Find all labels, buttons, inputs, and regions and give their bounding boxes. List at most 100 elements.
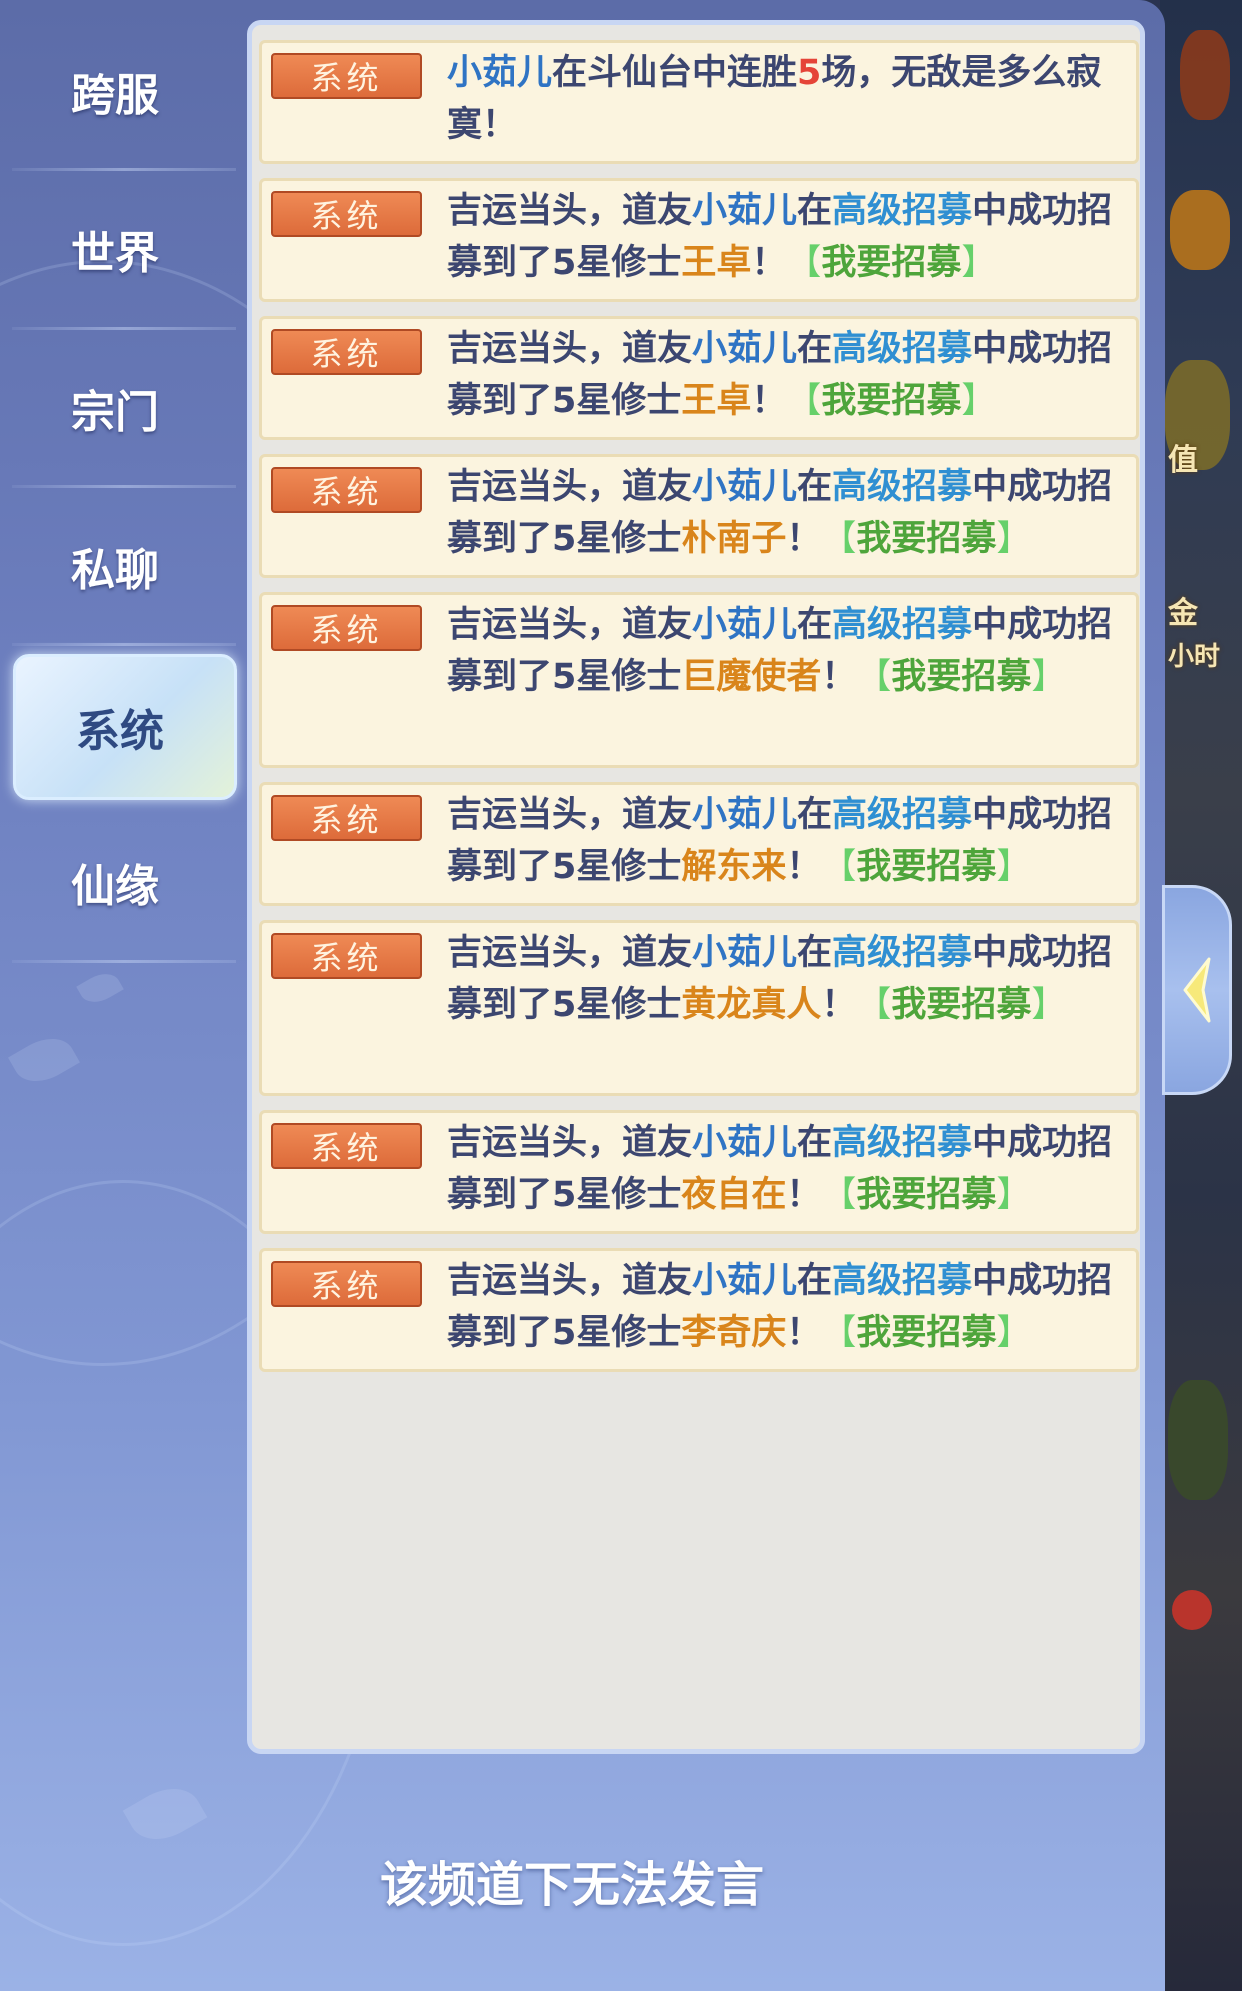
message-text: 吉运当头，道友小茹儿在高级招募中成功招募到了5星修士王卓！【我要招募】 — [447, 323, 1137, 427]
link-bracket: 】 — [996, 847, 1032, 887]
recruit-link[interactable]: 我要招募 — [821, 381, 961, 421]
message-fragment: 在 — [797, 1261, 833, 1301]
chat-panel: 跨服 世界 宗门 私聊 系统 仙缘 系统 小茹儿在斗仙台中连胜5场，无敌是多么寂寞… — [0, 0, 1165, 1991]
recruit-mode-label: 高级招募 — [832, 329, 973, 369]
message-text: 吉运当头，道友小茹儿在高级招募中成功招募到了5星修士李奇庆！【我要招募】 — [447, 1255, 1137, 1359]
message-item: 系统 吉运当头，道友小茹儿在高级招募中成功招募到了5星修士黄龙真人！【我要招募】 — [259, 920, 1139, 1096]
tab-label: 跨服 — [71, 70, 159, 121]
message-fragment: ！ — [821, 657, 857, 697]
message-fragment: ！ — [751, 381, 787, 421]
link-bracket: 】 — [961, 381, 997, 421]
message-fragment: ！ — [786, 1313, 822, 1353]
message-fragment: 在 — [797, 605, 833, 645]
recruit-link[interactable]: 我要招募 — [856, 1313, 996, 1353]
player-name-link[interactable]: 小茹儿 — [447, 53, 552, 93]
system-channel-badge: 系统 — [271, 933, 422, 979]
recruit-link[interactable]: 我要招募 — [856, 519, 996, 559]
message-fragment: 吉运当头，道友 — [447, 329, 693, 369]
recruit-link[interactable]: 我要招募 — [891, 657, 1031, 697]
cultivator-name: 黄龙真人 — [681, 985, 822, 1025]
recruit-mode-label: 高级招募 — [832, 1123, 973, 1163]
scene-decoration — [1170, 190, 1230, 270]
tab-label: 私聊 — [71, 545, 159, 596]
tab-label: 世界 — [71, 228, 159, 279]
tab-divider — [12, 960, 236, 963]
recruit-mode-label: 高级招募 — [832, 467, 973, 507]
player-name-link[interactable]: 小茹儿 — [692, 605, 797, 645]
cultivator-name: 解东来 — [681, 847, 787, 887]
link-bracket: 【 — [821, 847, 857, 887]
message-fragment: 吉运当头，道友 — [447, 467, 693, 507]
link-bracket: 【 — [856, 985, 892, 1025]
scene-label: 值 — [1168, 443, 1198, 478]
message-fragment: 在斗仙台中连胜 — [552, 53, 798, 93]
message-fragment: 吉运当头，道友 — [447, 1123, 693, 1163]
chevron-left-icon — [1183, 957, 1211, 1023]
message-fragment: 在 — [797, 1123, 833, 1163]
cultivator-name: 夜自在 — [681, 1175, 787, 1215]
scene-alert-icon[interactable] — [1172, 1590, 1212, 1630]
collapse-panel-button[interactable] — [1162, 885, 1232, 1095]
tab-divider — [12, 643, 236, 646]
player-name-link[interactable]: 小茹儿 — [692, 329, 797, 369]
recruit-mode-label: 高级招募 — [832, 1261, 973, 1301]
recruit-mode-label: 高级招募 — [832, 795, 973, 835]
cultivator-name: 巨魔使者 — [681, 657, 822, 697]
message-text: 吉运当头，道友小茹儿在高级招募中成功招募到了5星修士解东来！【我要招募】 — [447, 789, 1137, 893]
scene-label: 金 — [1168, 596, 1198, 631]
player-name-link[interactable]: 小茹儿 — [692, 795, 797, 835]
message-text: 吉运当头，道友小茹儿在高级招募中成功招募到了5星修士朴南子！【我要招募】 — [447, 461, 1137, 565]
message-item: 系统 吉运当头，道友小茹儿在高级招募中成功招募到了5星修士解东来！【我要招募】 — [259, 782, 1139, 906]
tab-private-chat[interactable]: 私聊 — [0, 487, 240, 645]
message-fragment: 吉运当头，道友 — [447, 1261, 693, 1301]
message-item: 系统 吉运当头，道友小茹儿在高级招募中成功招募到了5星修士巨魔使者！【我要招募】 — [259, 592, 1139, 768]
message-item: 系统 吉运当头，道友小茹儿在高级招募中成功招募到了5星修士夜自在！【我要招募】 — [259, 1110, 1139, 1234]
message-fragment: 在 — [797, 933, 833, 973]
message-fragment: 吉运当头，道友 — [447, 605, 693, 645]
message-fragment: 在 — [797, 795, 833, 835]
tab-label: 宗门 — [71, 387, 159, 438]
message-list[interactable]: 系统 小茹儿在斗仙台中连胜5场，无敌是多么寂寞！ 系统 吉运当头，道友小茹儿在高级招募… — [247, 20, 1145, 1754]
link-bracket: 【 — [786, 243, 822, 283]
recruit-link[interactable]: 我要招募 — [856, 847, 996, 887]
tab-cross-server[interactable]: 跨服 — [0, 12, 240, 170]
player-name-link[interactable]: 小茹儿 — [692, 467, 797, 507]
recruit-link[interactable]: 我要招募 — [856, 1175, 996, 1215]
message-item: 系统 吉运当头，道友小茹儿在高级招募中成功招募到了5星修士王卓！【我要招募】 — [259, 178, 1139, 302]
link-bracket: 】 — [996, 519, 1032, 559]
system-channel-badge: 系统 — [271, 1123, 422, 1169]
message-text: 小茹儿在斗仙台中连胜5场，无敌是多么寂寞！ — [447, 47, 1137, 151]
tab-world[interactable]: 世界 — [0, 170, 240, 328]
tab-system[interactable]: 系统 — [13, 654, 237, 800]
cultivator-name: 王卓 — [681, 243, 752, 283]
tab-label: 仙缘 — [71, 861, 159, 912]
recruit-link[interactable]: 我要招募 — [891, 985, 1031, 1025]
message-fragment: 在 — [797, 191, 833, 231]
link-bracket: 】 — [1031, 657, 1067, 697]
player-name-link[interactable]: 小茹儿 — [692, 191, 797, 231]
link-bracket: 】 — [961, 243, 997, 283]
link-bracket: 【 — [821, 519, 857, 559]
message-fragment: ！ — [786, 1175, 822, 1215]
message-fragment: ！ — [786, 847, 822, 887]
system-channel-badge: 系统 — [271, 795, 422, 841]
link-bracket: 【 — [821, 1175, 857, 1215]
cultivator-name: 朴南子 — [681, 519, 787, 559]
recruit-link[interactable]: 我要招募 — [821, 243, 961, 283]
message-fragment: ！ — [786, 519, 822, 559]
tab-label: 系统 — [76, 706, 164, 757]
tab-immortal-fate[interactable]: 仙缘 — [0, 803, 240, 961]
link-bracket: 【 — [786, 381, 822, 421]
message-fragment: 在 — [797, 329, 833, 369]
tab-sect[interactable]: 宗门 — [0, 329, 240, 487]
scene-decoration — [1180, 30, 1230, 120]
system-channel-badge: 系统 — [271, 605, 422, 651]
message-item: 系统 吉运当头，道友小茹儿在高级招募中成功招募到了5星修士李奇庆！【我要招募】 — [259, 1248, 1139, 1372]
link-bracket: 【 — [821, 1313, 857, 1353]
player-name-link[interactable]: 小茹儿 — [692, 1123, 797, 1163]
system-channel-badge: 系统 — [271, 467, 422, 513]
link-bracket: 】 — [996, 1175, 1032, 1215]
player-name-link[interactable]: 小茹儿 — [692, 933, 797, 973]
player-name-link[interactable]: 小茹儿 — [692, 1261, 797, 1301]
message-fragment: 吉运当头，道友 — [447, 191, 693, 231]
